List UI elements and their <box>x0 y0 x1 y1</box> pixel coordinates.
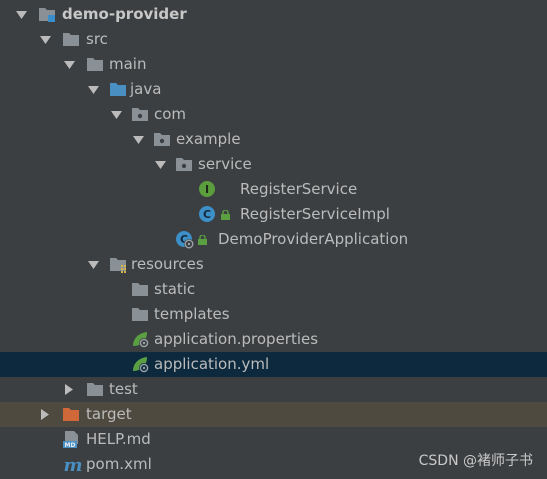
folder-icon <box>62 31 80 48</box>
chevron-down-icon[interactable] <box>62 52 76 77</box>
tree-row-application-yml[interactable]: application.yml <box>0 352 547 377</box>
chevron-right-icon[interactable] <box>38 402 52 427</box>
chevron-right-icon[interactable] <box>62 377 76 402</box>
svg-text:I: I <box>205 183 209 196</box>
svg-text:C: C <box>203 208 211 221</box>
tree-label: resources <box>131 255 204 273</box>
maven-pom-icon: m <box>62 455 84 474</box>
chevron-down-icon[interactable] <box>153 152 167 177</box>
class-icon: C <box>198 205 216 222</box>
watermark-text: CSDN @褚师子书 <box>418 453 533 469</box>
source-root-folder-icon <box>109 81 127 98</box>
spring-boot-class-icon: C <box>175 230 195 250</box>
tree-row-help-md[interactable]: MD HELP.md <box>0 427 547 452</box>
module-folder-icon <box>38 6 56 23</box>
tree-row-target[interactable]: target <box>0 402 547 427</box>
tree-label: main <box>109 55 147 73</box>
tree-row-registerserviceimpl[interactable]: C RegisterServiceImpl <box>0 202 547 227</box>
chevron-down-icon[interactable] <box>14 2 28 27</box>
folder-icon <box>131 281 149 298</box>
tree-label: application.yml <box>154 355 270 373</box>
tree-label: application.properties <box>154 330 319 348</box>
svg-text:m: m <box>63 455 82 474</box>
tree-label: service <box>198 155 252 173</box>
tree-row-registerservice[interactable]: I RegisterService <box>0 177 547 202</box>
tree-label: RegisterService <box>240 180 358 198</box>
tree-row-static[interactable]: static <box>0 277 547 302</box>
tree-row-application-properties[interactable]: application.properties <box>0 327 547 352</box>
tree-label: src <box>86 30 108 48</box>
tree-row-service[interactable]: service <box>0 152 547 177</box>
lock-icon <box>220 210 232 220</box>
package-icon <box>175 156 193 173</box>
tree-row-templates[interactable]: templates <box>0 302 547 327</box>
spring-config-icon <box>131 355 151 375</box>
chevron-down-icon[interactable] <box>86 77 100 102</box>
tree-label: java <box>130 80 162 98</box>
package-icon <box>131 106 149 123</box>
tree-label: DemoProviderApplication <box>218 230 409 248</box>
package-icon <box>153 131 171 148</box>
tree-row-src[interactable]: src <box>0 27 547 52</box>
resources-folder-icon <box>109 256 127 273</box>
tree-label: com <box>154 105 187 123</box>
tree-row-demoproviderapplication[interactable]: C DemoProviderApplication <box>0 227 547 252</box>
tree-row-example[interactable]: example <box>0 127 547 152</box>
chevron-down-icon[interactable] <box>109 102 123 127</box>
tree-label: pom.xml <box>86 455 152 473</box>
folder-icon <box>86 56 104 73</box>
tree-row-main[interactable]: main <box>0 52 547 77</box>
tree-label: test <box>109 380 138 398</box>
tree-label: target <box>86 405 132 423</box>
project-tree: demo-provider src main java com example … <box>0 0 547 479</box>
interface-icon: I <box>198 180 216 197</box>
tree-label: HELP.md <box>86 430 151 448</box>
markdown-file-icon: MD <box>62 430 82 449</box>
chevron-down-icon[interactable] <box>86 252 100 277</box>
folder-icon <box>86 381 104 398</box>
tree-row-resources[interactable]: resources <box>0 252 547 277</box>
folder-icon <box>131 306 149 323</box>
tree-label: demo-provider <box>62 5 187 23</box>
tree-row-com[interactable]: com <box>0 102 547 127</box>
chevron-down-icon[interactable] <box>131 127 145 152</box>
tree-label: example <box>176 130 241 148</box>
lock-icon <box>197 235 209 245</box>
tree-row-demo-provider[interactable]: demo-provider <box>0 2 547 27</box>
tree-label: templates <box>154 305 230 323</box>
tree-label: RegisterServiceImpl <box>240 205 390 223</box>
tree-label: static <box>154 280 196 298</box>
chevron-down-icon[interactable] <box>38 27 52 52</box>
tree-row-java[interactable]: java <box>0 77 547 102</box>
svg-text:MD: MD <box>65 442 76 449</box>
spring-config-icon <box>131 330 151 350</box>
excluded-folder-icon <box>62 406 80 423</box>
tree-row-test[interactable]: test <box>0 377 547 402</box>
